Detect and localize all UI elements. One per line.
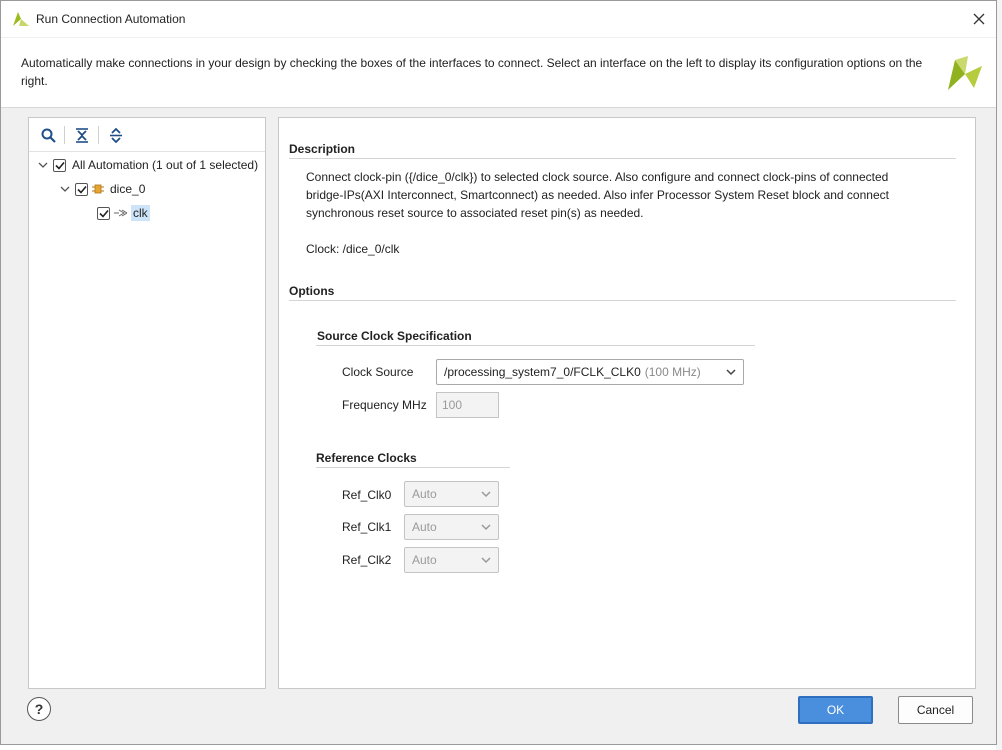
ref-clk2-dropdown[interactable]: Auto (404, 547, 499, 573)
checkmark-icon (98, 209, 109, 218)
collapse-all-button[interactable] (72, 126, 92, 144)
expand-all-icon (110, 127, 122, 143)
clock-path-text: Clock: /dice_0/clk (306, 242, 400, 256)
toolbar-separator (98, 126, 99, 144)
dice-0-checkbox[interactable] (75, 182, 88, 196)
clock-source-label: Clock Source (342, 365, 414, 379)
clock-source-dropdown[interactable]: /processing_system7_0/FCLK_CLK0 (100 MHz… (436, 359, 744, 385)
description-divider (289, 158, 956, 159)
options-divider (289, 300, 956, 301)
clk-label: clk (131, 205, 150, 221)
toolbar-separator (64, 126, 65, 144)
tree-expander[interactable] (59, 183, 71, 195)
checkmark-icon (76, 185, 87, 194)
chevron-down-icon (481, 557, 491, 564)
clock-source-frequency: (100 MHz) (644, 365, 701, 379)
chevron-down-icon (60, 186, 70, 192)
chevron-down-icon (481, 524, 491, 531)
help-button[interactable]: ? (27, 697, 51, 721)
source-clock-heading: Source Clock Specification (317, 329, 472, 343)
intro-banner: Automatically make connections in your d… (1, 38, 996, 108)
search-icon (41, 128, 56, 143)
frequency-field[interactable]: 100 (436, 392, 499, 418)
ref-clk1-label: Ref_Clk1 (342, 520, 392, 534)
vivado-logo (948, 56, 982, 90)
all-automation-checkbox[interactable] (53, 158, 66, 172)
expand-all-button[interactable] (106, 126, 126, 144)
interface-tree-panel: All Automation (1 out of 1 selected) dic… (28, 117, 266, 689)
ref-clk0-dropdown[interactable]: Auto (404, 481, 499, 507)
clk-checkbox[interactable] (97, 206, 110, 220)
ref-clk2-value: Auto (412, 553, 437, 567)
ref-clk0-label: Ref_Clk0 (342, 488, 392, 502)
all-automation-label: All Automation (1 out of 1 selected) (72, 158, 259, 172)
search-button[interactable] (38, 126, 58, 144)
ref-clk2-label: Ref_Clk2 (342, 553, 392, 567)
ref-clk1-dropdown[interactable]: Auto (404, 514, 499, 540)
tree-row-dice-0[interactable]: dice_0 (59, 178, 147, 200)
clock-source-value: /processing_system7_0/FCLK_CLK0 (444, 365, 641, 379)
configuration-panel: Description Connect clock-pin ({/dice_0/… (278, 117, 976, 689)
reference-clocks-divider (316, 467, 510, 468)
intro-text: Automatically make connections in your d… (21, 56, 923, 88)
description-heading: Description (289, 142, 356, 156)
chevron-down-icon (481, 491, 491, 498)
cancel-button[interactable]: Cancel (898, 696, 973, 724)
collapse-all-icon (76, 127, 88, 143)
chevron-down-icon (38, 162, 48, 168)
checkmark-icon (54, 161, 65, 170)
ip-block-icon (92, 183, 104, 195)
title-bar: Run Connection Automation (1, 1, 996, 37)
dialog-title: Run Connection Automation (36, 12, 186, 26)
ok-button[interactable]: OK (798, 696, 873, 724)
tree-toolbar (29, 118, 265, 152)
chevron-down-icon (726, 369, 736, 376)
dice-0-label: dice_0 (110, 182, 146, 196)
source-clock-divider (316, 345, 755, 346)
run-connection-automation-dialog: Run Connection Automation Automatically … (0, 0, 997, 745)
description-text: Connect clock-pin ({/dice_0/clk}) to sel… (306, 170, 889, 220)
options-heading: Options (289, 284, 335, 298)
frequency-label: Frequency MHz (342, 398, 427, 412)
reference-clocks-heading: Reference Clocks (316, 451, 417, 465)
close-icon (973, 13, 985, 25)
close-button[interactable] (968, 8, 990, 30)
ref-clk1-value: Auto (412, 520, 437, 534)
vivado-app-icon (13, 12, 29, 26)
ref-clk0-value: Auto (412, 487, 437, 501)
tree-expander[interactable] (37, 159, 49, 171)
clock-pin-icon (114, 208, 127, 218)
tree-row-all-automation[interactable]: All Automation (1 out of 1 selected) (37, 154, 260, 176)
tree-row-clk[interactable]: clk (97, 202, 150, 224)
